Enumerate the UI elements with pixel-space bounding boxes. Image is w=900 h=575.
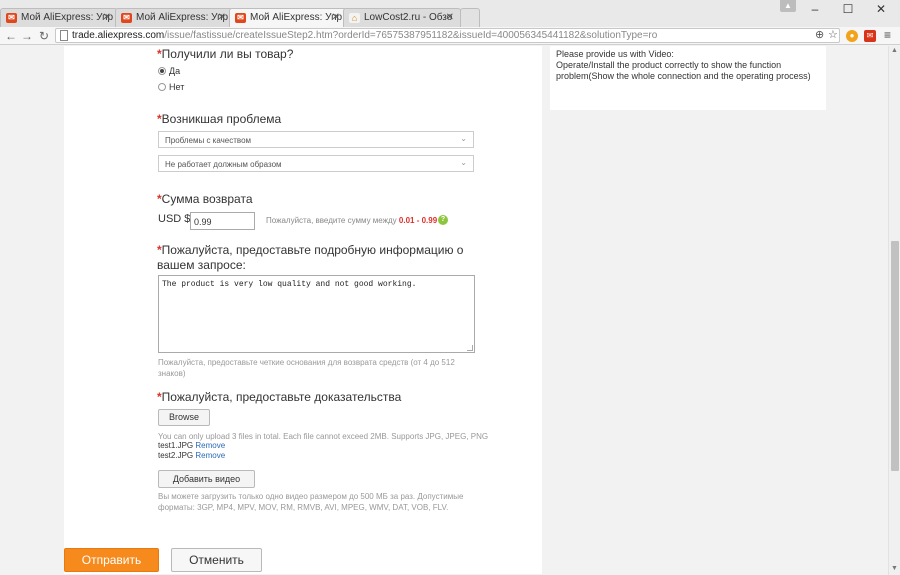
details-hint: Пожалуйста, предоставьте четкие основани… bbox=[158, 358, 455, 378]
browser-tab-3[interactable]: ✉ Мой AliExpress: Упр ✕ bbox=[229, 8, 347, 28]
page-scrollbar[interactable]: ▲ ▼ bbox=[888, 46, 900, 575]
minimize-icon[interactable]: – bbox=[805, 2, 825, 16]
reload-icon[interactable]: ↻ bbox=[37, 28, 51, 44]
note-line: Operate/Install the product correctly to… bbox=[556, 60, 811, 81]
browser-tab-2[interactable]: ✉ Мой AliExpress: Упр ✕ bbox=[115, 8, 233, 27]
aliexpress-icon: ✉ bbox=[235, 13, 246, 23]
page-content: Please provide us with Video: Operate/In… bbox=[0, 46, 888, 575]
aliexpress-icon: ✉ bbox=[121, 13, 132, 23]
profile-icon[interactable]: ▲ bbox=[780, 0, 796, 12]
aliexpress-extension-icon[interactable]: ✉ bbox=[864, 30, 876, 42]
uploaded-file: test2.JPG Remove bbox=[158, 451, 226, 460]
menu-icon[interactable]: ≡ bbox=[884, 28, 891, 42]
chevron-down-icon: ⌄ bbox=[460, 158, 467, 167]
close-icon[interactable]: ✕ bbox=[103, 12, 111, 23]
radio-no[interactable] bbox=[158, 83, 166, 91]
radio-yes[interactable] bbox=[158, 67, 166, 75]
browser-tabbar: ✉ Мой AliExpress: Упр ✕ ✉ Мой AliExpress… bbox=[0, 0, 900, 28]
new-tab-button[interactable] bbox=[460, 8, 480, 27]
page-icon bbox=[60, 30, 68, 41]
browse-button[interactable]: Browse bbox=[158, 409, 210, 426]
browser-tab-1[interactable]: ✉ Мой AliExpress: Упр ✕ bbox=[0, 8, 118, 27]
refund-label: *Сумма возврата bbox=[157, 192, 253, 206]
radio-yes-label: Да bbox=[169, 66, 181, 76]
aliexpress-icon: ✉ bbox=[6, 13, 17, 23]
tab-title: Мой AliExpress: Упр bbox=[21, 12, 114, 23]
tab-title: Мой AliExpress: Упр bbox=[250, 12, 343, 23]
lowcost-icon: ⌂ bbox=[349, 13, 360, 23]
video-requirements-note: Please provide us with Video: Operate/In… bbox=[550, 46, 826, 110]
add-video-button[interactable]: Добавить видео bbox=[158, 470, 255, 488]
close-icon[interactable]: ✕ bbox=[218, 12, 226, 23]
tab-title: LowCost2.ru - Обзо bbox=[364, 12, 453, 23]
details-label: *Пожалуйста, предоставьте подробную инфо… bbox=[157, 243, 464, 272]
scrollbar-thumb[interactable] bbox=[891, 241, 899, 471]
received-label: *Получили ли вы товар? bbox=[157, 47, 294, 61]
close-icon[interactable]: ✕ bbox=[332, 12, 340, 23]
extension-icon[interactable]: ● bbox=[846, 30, 858, 42]
refund-range-hint: Пожалуйста, введите сумму между 0.01 - 0… bbox=[266, 216, 438, 225]
browser-tab-4[interactable]: ⌂ LowCost2.ru - Обзо ✕ bbox=[343, 8, 461, 27]
problem-label: *Возникшая проблема bbox=[157, 112, 282, 126]
scroll-down-icon[interactable]: ▼ bbox=[891, 565, 898, 572]
video-note: Вы можете загрузить только одно видео ра… bbox=[158, 492, 464, 512]
uploaded-file: test1.JPG Remove bbox=[158, 441, 226, 450]
cancel-button[interactable]: Отменить bbox=[171, 548, 262, 572]
tab-title: Мой AliExpress: Упр bbox=[136, 12, 229, 23]
problem-detail-select[interactable]: Не работает должным образом ⌄ bbox=[158, 155, 474, 172]
refund-amount-input[interactable]: 0.99 bbox=[190, 212, 255, 230]
radio-no-label: Нет bbox=[169, 82, 185, 92]
help-icon[interactable]: ? bbox=[438, 215, 448, 225]
back-icon[interactable]: ← bbox=[4, 28, 18, 44]
remove-file-link[interactable]: Remove bbox=[195, 441, 225, 450]
remove-file-link[interactable]: Remove bbox=[195, 451, 225, 460]
browser-navbar: ← → ↻ trade.aliexpress.com/issue/fastiss… bbox=[0, 27, 900, 45]
select-value: Не работает должным образом bbox=[165, 160, 282, 169]
window-close-icon[interactable]: ✕ bbox=[871, 2, 891, 16]
problem-type-select[interactable]: Проблемы с качеством ⌄ bbox=[158, 131, 474, 148]
currency-label: USD $ bbox=[158, 213, 191, 225]
select-value: Проблемы с качеством bbox=[165, 136, 252, 145]
close-icon[interactable]: ✕ bbox=[446, 12, 454, 23]
bookmark-star-icon[interactable]: ☆ bbox=[828, 28, 838, 41]
details-text: The product is very low quality and not … bbox=[162, 280, 417, 289]
url-text: trade.aliexpress.com/issue/fastissue/cre… bbox=[72, 30, 658, 41]
submit-button[interactable]: Отправить bbox=[64, 548, 159, 572]
maximize-icon[interactable]: ☐ bbox=[838, 2, 858, 16]
resize-handle-icon[interactable] bbox=[467, 345, 473, 351]
zoom-icon[interactable]: ⊕ bbox=[815, 28, 824, 41]
scroll-up-icon[interactable]: ▲ bbox=[891, 47, 898, 54]
details-textarea[interactable]: The product is very low quality and not … bbox=[158, 275, 475, 353]
chevron-down-icon: ⌄ bbox=[460, 134, 467, 143]
evidence-label: *Пожалуйста, предоставьте доказательства bbox=[157, 390, 402, 404]
forward-icon[interactable]: → bbox=[20, 28, 34, 44]
address-bar[interactable]: trade.aliexpress.com/issue/fastissue/cre… bbox=[55, 28, 840, 43]
note-line: Please provide us with Video: bbox=[556, 49, 674, 59]
